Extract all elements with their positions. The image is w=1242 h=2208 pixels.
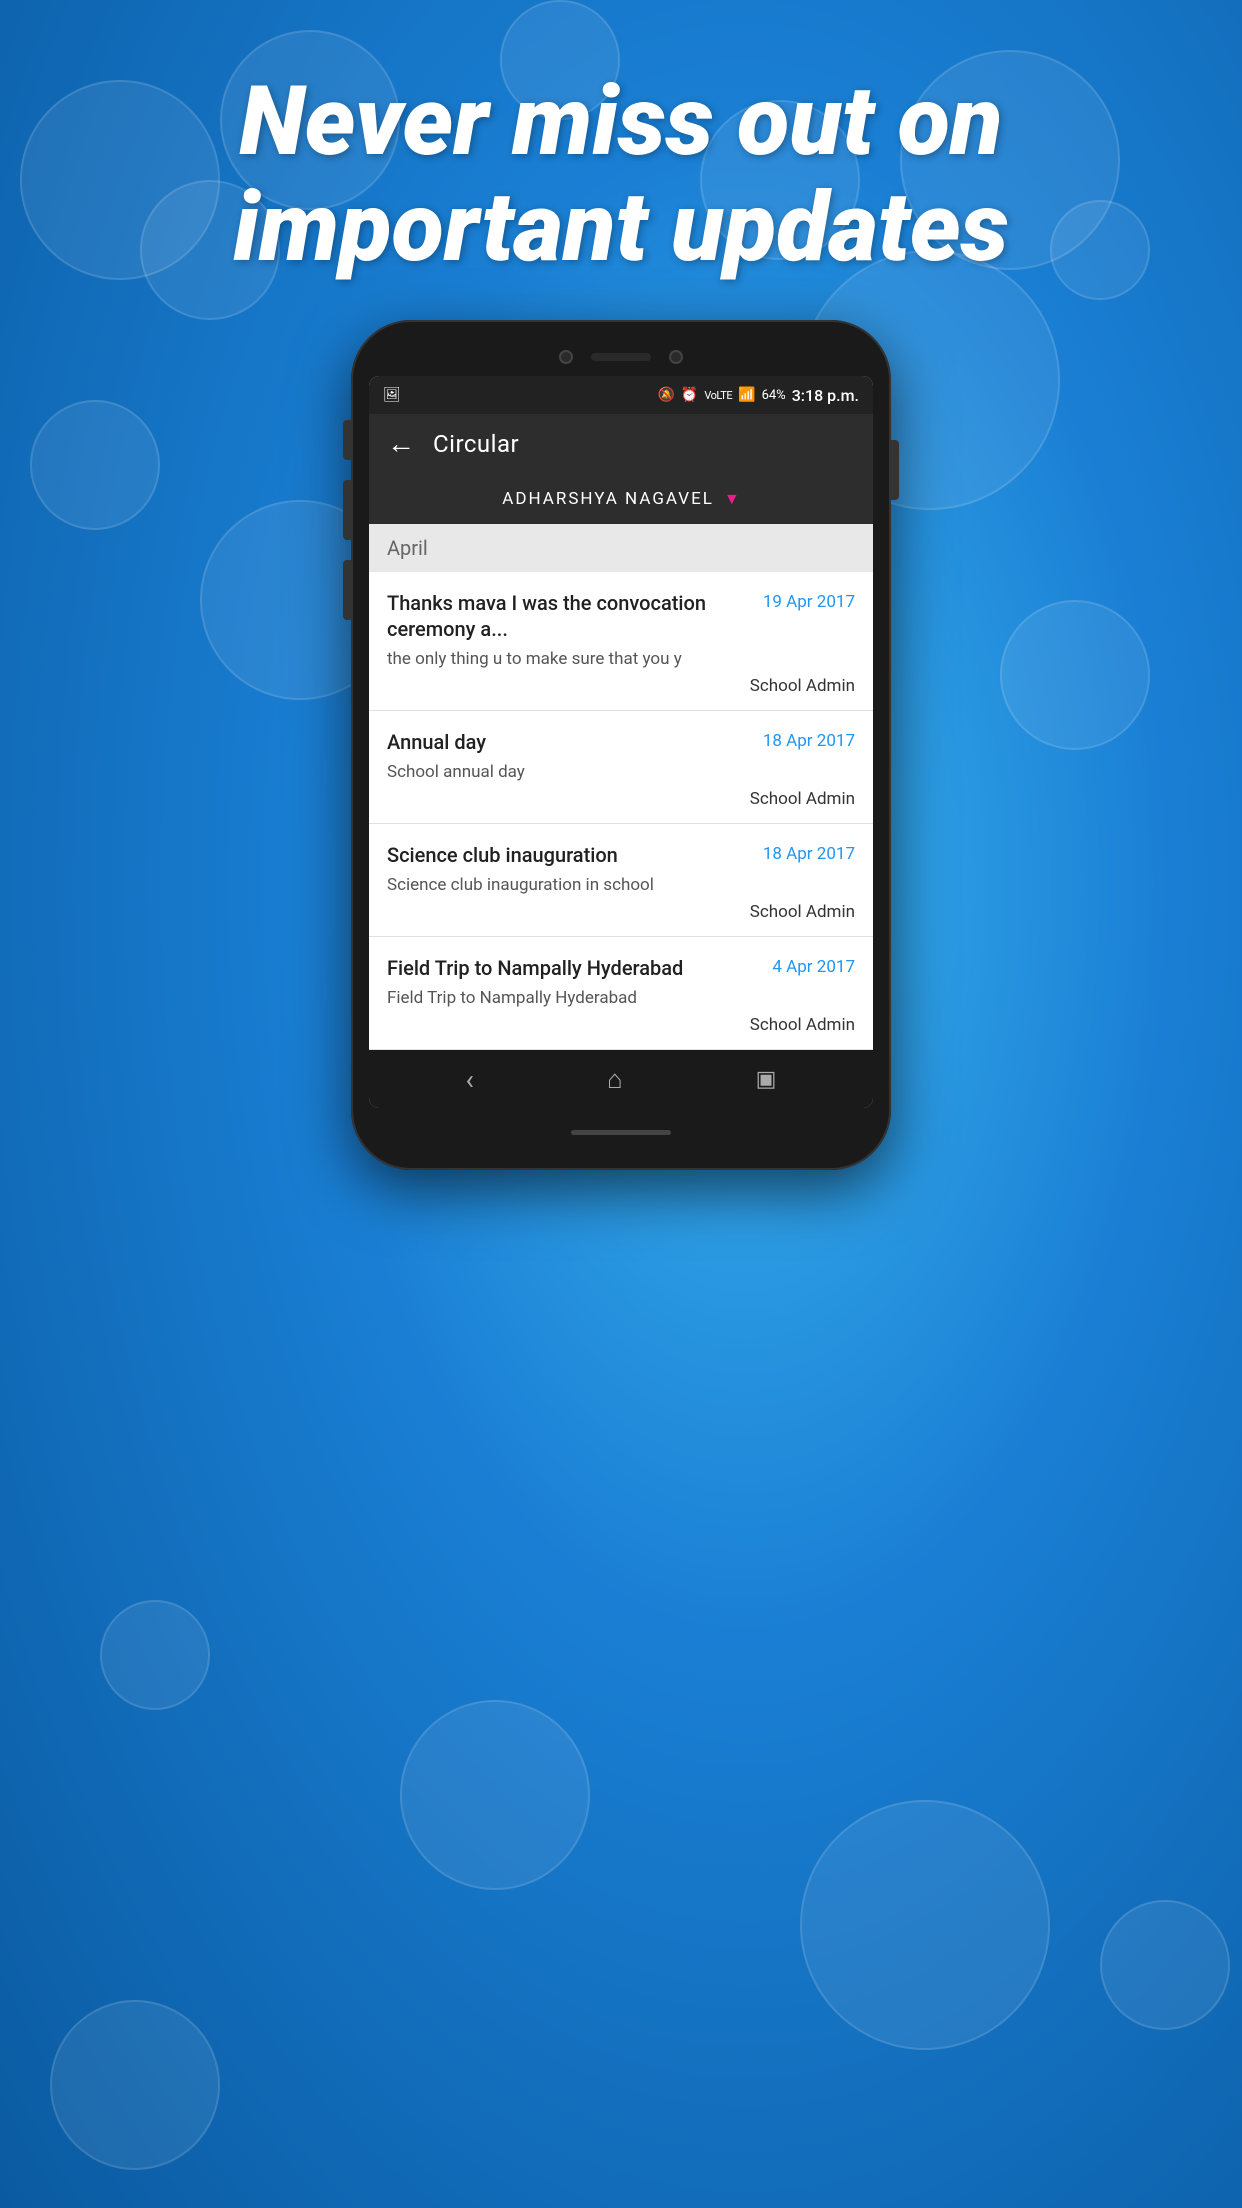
item-header: Field Trip to Nampally Hyderabad 4 Apr 2… (387, 955, 855, 981)
item-title: Thanks mava I was the convocation ceremo… (387, 590, 753, 642)
item-body: School annual day (387, 761, 855, 783)
item-header: Annual day 18 Apr 2017 (387, 729, 855, 755)
item-title: Field Trip to Nampally Hyderabad (387, 955, 762, 981)
circular-item[interactable]: Annual day 18 Apr 2017 School annual day… (369, 711, 873, 824)
phone-bottom (369, 1122, 873, 1142)
month-section-header: April (369, 524, 873, 572)
month-label: April (387, 536, 428, 560)
student-name: ADHARSHYA NAGAVEL (502, 489, 714, 509)
headline-section: Never miss out on important updates (0, 70, 1242, 281)
circular-item[interactable]: Thanks mava I was the convocation ceremo… (369, 572, 873, 711)
headline-text: Never miss out on important updates (80, 70, 1162, 281)
item-author: School Admin (387, 789, 855, 809)
power-button (891, 440, 899, 500)
wifi-icon: 📶 (738, 387, 755, 403)
phone-top-bar (369, 350, 873, 364)
student-selector[interactable]: ADHARSHYA NAGAVEL ▼ (369, 474, 873, 524)
item-header: Science club inauguration 18 Apr 2017 (387, 842, 855, 868)
item-date: 18 Apr 2017 (763, 729, 855, 751)
item-author: School Admin (387, 1015, 855, 1035)
volume-up-button (343, 480, 351, 540)
app-toolbar: ← Circular (369, 414, 873, 474)
sensor (669, 350, 683, 364)
phone-screen: 🖼 🔕 ⏰ VoLTE 📶 64% 3:18 p.m. ← Circular A… (369, 376, 873, 1108)
home-indicator (571, 1130, 671, 1135)
item-title: Annual day (387, 729, 753, 755)
back-button[interactable]: ← (387, 430, 415, 458)
circular-item[interactable]: Field Trip to Nampally Hyderabad 4 Apr 2… (369, 937, 873, 1050)
circular-item[interactable]: Science club inauguration 18 Apr 2017 Sc… (369, 824, 873, 937)
mute-icon: 🔕 (657, 387, 674, 403)
item-title: Science club inauguration (387, 842, 753, 868)
bottom-navigation: ‹ ⌂ ▣ (369, 1050, 873, 1108)
phone-mockup: 🖼 🔕 ⏰ VoLTE 📶 64% 3:18 p.m. ← Circular A… (351, 320, 891, 1170)
volte-indicator: VoLTE (704, 389, 732, 402)
circular-list: Thanks mava I was the convocation ceremo… (369, 572, 873, 1050)
status-right: 🔕 ⏰ VoLTE 📶 64% 3:18 p.m. (657, 386, 859, 405)
dropdown-arrow-icon: ▼ (724, 489, 740, 509)
item-author: School Admin (387, 902, 855, 922)
status-left: 🖼 (383, 387, 401, 403)
back-nav-button[interactable]: ‹ (466, 1063, 474, 1096)
item-body: Field Trip to Nampally Hyderabad (387, 987, 855, 1009)
notification-icon: 🖼 (383, 387, 401, 403)
earpiece-speaker (591, 353, 651, 361)
volume-down-button (343, 560, 351, 620)
item-date: 18 Apr 2017 (763, 842, 855, 864)
phone-shell: 🖼 🔕 ⏰ VoLTE 📶 64% 3:18 p.m. ← Circular A… (351, 320, 891, 1170)
status-bar: 🖼 🔕 ⏰ VoLTE 📶 64% 3:18 p.m. (369, 376, 873, 414)
item-body: Science club inauguration in school (387, 874, 855, 896)
item-date: 19 Apr 2017 (763, 590, 855, 612)
toolbar-title: Circular (433, 430, 519, 458)
home-nav-button[interactable]: ⌂ (607, 1064, 623, 1095)
alarm-icon: ⏰ (681, 387, 698, 403)
item-date: 4 Apr 2017 (772, 955, 855, 977)
item-body: the only thing u to make sure that you y (387, 648, 855, 670)
item-author: School Admin (387, 676, 855, 696)
item-header: Thanks mava I was the convocation ceremo… (387, 590, 855, 642)
battery-text: 64% (762, 388, 786, 403)
recents-nav-button[interactable]: ▣ (756, 1067, 777, 1092)
status-time: 3:18 p.m. (792, 386, 859, 405)
silent-button (343, 420, 351, 460)
front-camera (559, 350, 573, 364)
